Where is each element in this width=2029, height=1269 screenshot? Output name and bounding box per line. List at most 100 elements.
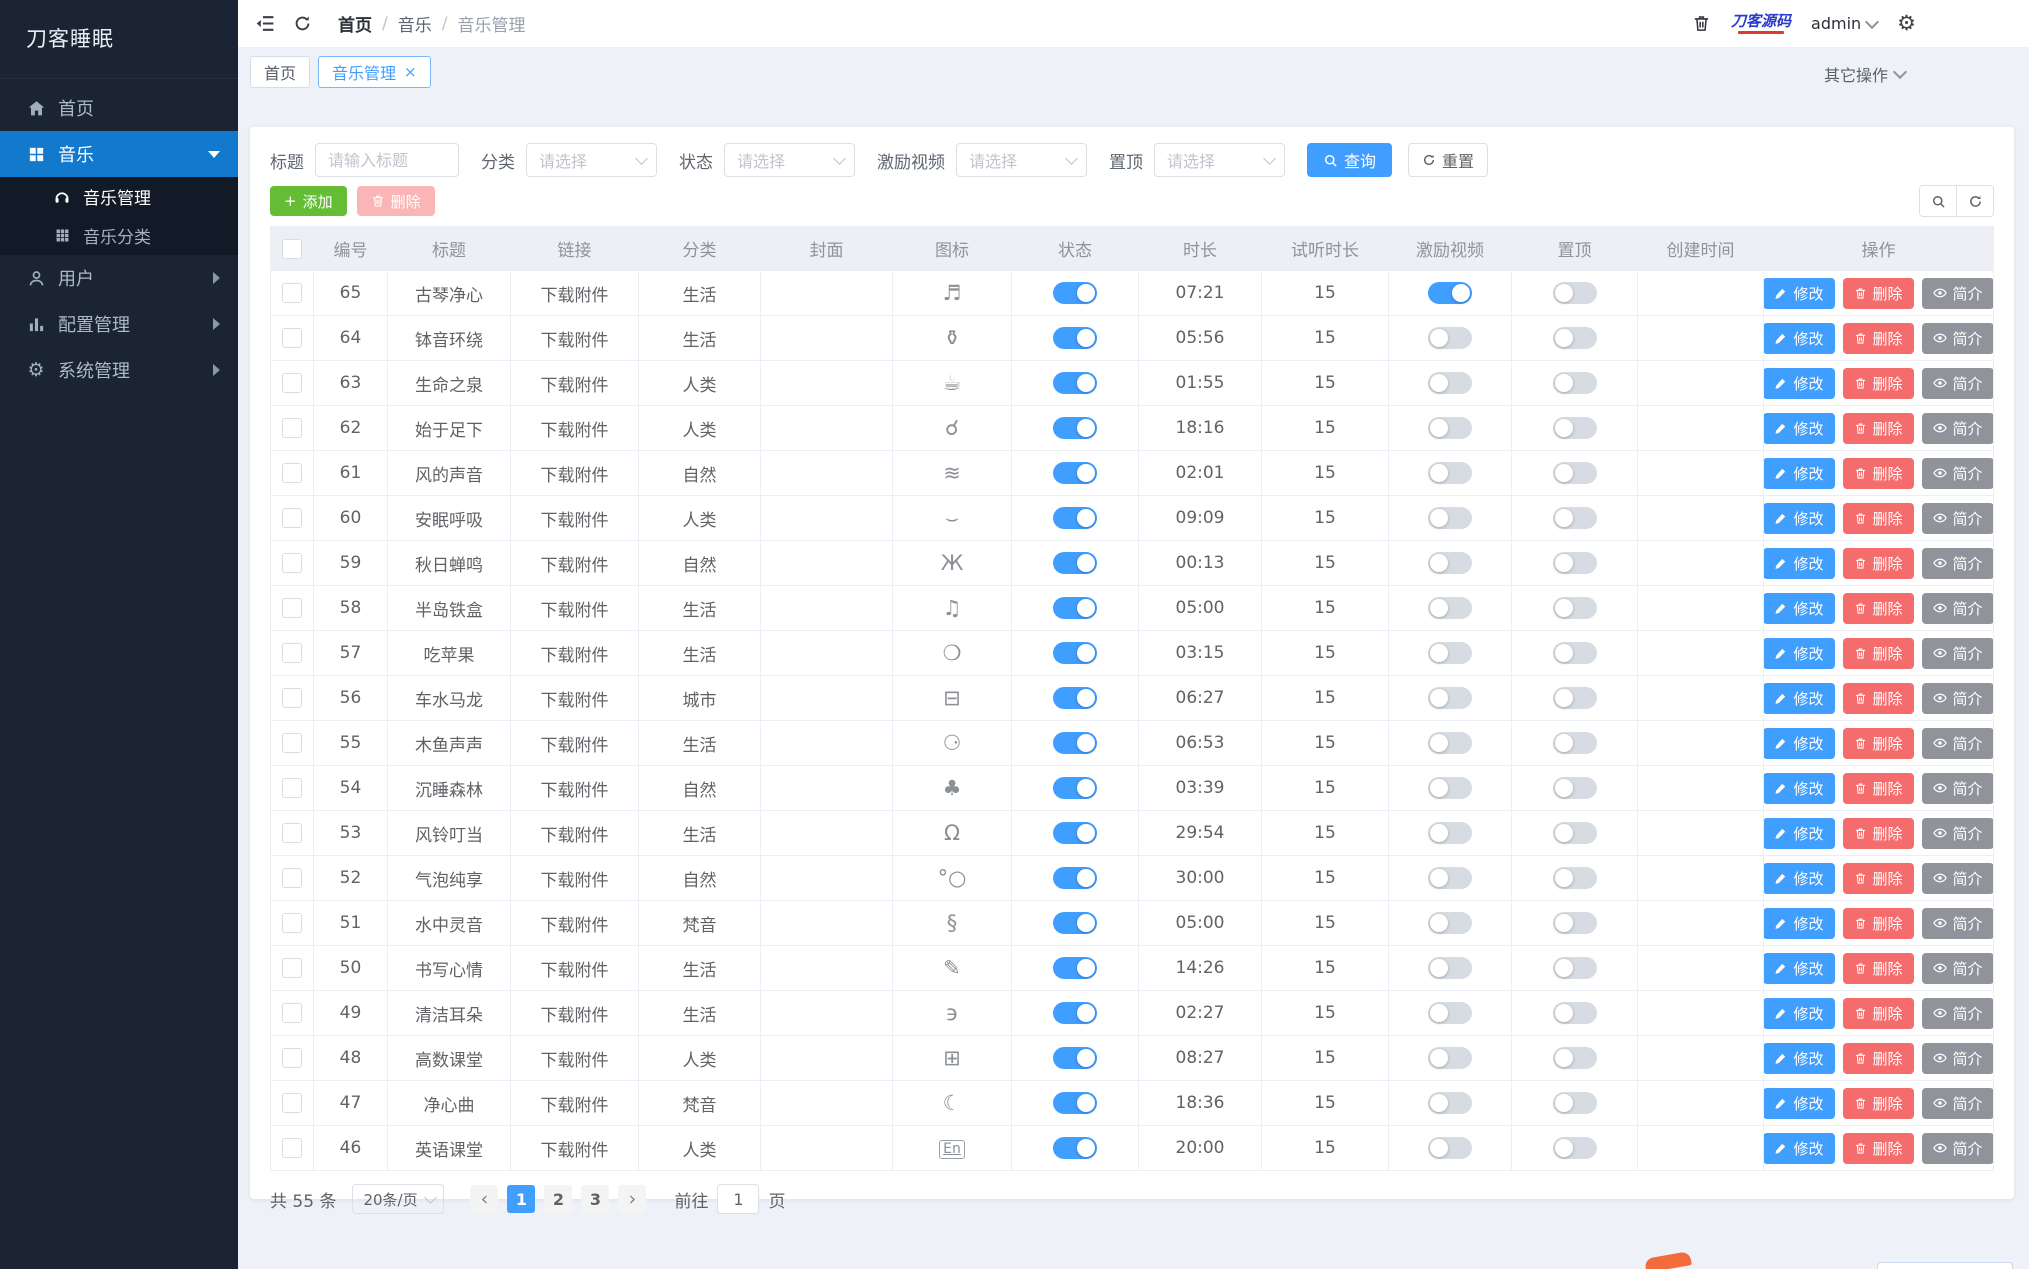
tab-home[interactable]: 首页 — [250, 56, 311, 88]
page-button-2[interactable]: 2 — [544, 1185, 573, 1213]
sidebar-item-music-category[interactable]: 音乐分类 — [0, 216, 238, 255]
incentive-toggle[interactable] — [1428, 372, 1472, 394]
delete-button[interactable]: 删除 — [1842, 367, 1914, 399]
edit-button[interactable]: 修改 — [1764, 457, 1835, 489]
sidebar-item-user[interactable]: 用户 — [0, 255, 238, 301]
info-button[interactable]: 简介 — [1921, 997, 1993, 1029]
delete-button[interactable]: 删除 — [1842, 322, 1914, 354]
sidebar-item-home[interactable]: 首页 — [0, 85, 238, 131]
download-link[interactable]: 下载附件 — [541, 646, 609, 666]
delete-button[interactable]: 删除 — [1842, 997, 1914, 1029]
download-link[interactable]: 下载附件 — [541, 511, 609, 531]
delete-button[interactable]: 删除 — [1842, 682, 1914, 714]
delete-button[interactable]: 删除 — [1842, 412, 1914, 444]
top-toggle[interactable] — [1552, 1002, 1597, 1024]
delete-button[interactable]: 删除 — [1842, 1087, 1914, 1119]
top-toggle[interactable] — [1552, 282, 1597, 304]
top-toggle[interactable] — [1552, 552, 1597, 574]
delete-button[interactable]: 删除 — [1842, 457, 1914, 489]
download-link[interactable]: 下载附件 — [541, 781, 609, 801]
user-dropdown[interactable]: admin — [1811, 14, 1880, 33]
incentive-toggle[interactable] — [1428, 462, 1472, 484]
info-button[interactable]: 简介 — [1921, 277, 1993, 309]
status-toggle[interactable] — [1053, 1047, 1097, 1069]
incentive-toggle[interactable] — [1428, 1047, 1472, 1069]
status-toggle[interactable] — [1053, 597, 1097, 619]
info-button[interactable]: 简介 — [1921, 502, 1993, 534]
edit-button[interactable]: 修改 — [1764, 592, 1835, 624]
download-link[interactable]: 下载附件 — [541, 376, 609, 396]
status-toggle[interactable] — [1053, 777, 1097, 799]
row-checkbox[interactable] — [282, 1048, 302, 1068]
row-checkbox[interactable] — [282, 643, 302, 663]
incentive-toggle[interactable] — [1428, 1137, 1472, 1159]
incentive-toggle[interactable] — [1428, 597, 1472, 619]
row-checkbox[interactable] — [282, 1003, 302, 1023]
download-link[interactable]: 下载附件 — [541, 916, 609, 936]
info-button[interactable]: 简介 — [1921, 1087, 1993, 1119]
delete-button[interactable]: 删除 — [1842, 727, 1914, 759]
incentive-toggle[interactable] — [1428, 687, 1472, 709]
status-toggle[interactable] — [1053, 732, 1097, 754]
download-link[interactable]: 下载附件 — [541, 1051, 609, 1071]
info-button[interactable]: 简介 — [1921, 1042, 1993, 1074]
incentive-toggle[interactable] — [1428, 777, 1472, 799]
collapse-sidebar-icon[interactable] — [254, 13, 275, 34]
delete-button[interactable]: 删除 — [1842, 772, 1914, 804]
row-checkbox[interactable] — [282, 328, 302, 348]
row-checkbox[interactable] — [282, 958, 302, 978]
download-link[interactable]: 下载附件 — [541, 556, 609, 576]
edit-button[interactable]: 修改 — [1764, 907, 1835, 939]
top-toggle[interactable] — [1552, 867, 1597, 889]
edit-button[interactable]: 修改 — [1764, 772, 1835, 804]
incentive-toggle[interactable] — [1428, 822, 1472, 844]
delete-button[interactable]: 删除 — [1842, 547, 1914, 579]
status-toggle[interactable] — [1053, 417, 1097, 439]
incentive-filter-select[interactable]: 请选择 — [956, 143, 1087, 177]
incentive-toggle[interactable] — [1428, 417, 1472, 439]
breadcrumb-home[interactable]: 首页 — [338, 11, 372, 36]
top-toggle[interactable] — [1552, 642, 1597, 664]
delete-button[interactable]: 删除 — [1842, 952, 1914, 984]
status-toggle[interactable] — [1053, 957, 1097, 979]
select-all-checkbox[interactable] — [282, 238, 302, 259]
edit-button[interactable]: 修改 — [1764, 952, 1835, 984]
sidebar-item-music[interactable]: 音乐 — [0, 131, 238, 177]
row-checkbox[interactable] — [282, 688, 302, 708]
top-toggle[interactable] — [1552, 372, 1597, 394]
info-button[interactable]: 简介 — [1921, 727, 1993, 759]
row-checkbox[interactable] — [282, 1138, 302, 1158]
info-button[interactable]: 简介 — [1921, 907, 1993, 939]
status-toggle[interactable] — [1053, 1092, 1097, 1114]
delete-button[interactable]: 删除 — [1842, 592, 1914, 624]
top-toggle[interactable] — [1552, 1092, 1597, 1114]
prev-page-button[interactable]: ‹ — [470, 1185, 499, 1213]
row-checkbox[interactable] — [282, 823, 302, 843]
goto-page-input[interactable] — [717, 1184, 760, 1214]
top-filter-select[interactable]: 请选择 — [1154, 143, 1285, 177]
status-toggle[interactable] — [1053, 912, 1097, 934]
refresh-page-icon[interactable] — [293, 14, 312, 33]
download-link[interactable]: 下载附件 — [541, 286, 609, 306]
download-link[interactable]: 下载附件 — [541, 1141, 609, 1161]
top-toggle[interactable] — [1552, 597, 1597, 619]
page-button-3[interactable]: 3 — [581, 1185, 610, 1213]
status-toggle[interactable] — [1053, 1002, 1097, 1024]
row-checkbox[interactable] — [282, 1093, 302, 1113]
download-link[interactable]: 下载附件 — [541, 466, 609, 486]
delete-button[interactable]: 删除 — [1842, 862, 1914, 894]
incentive-toggle[interactable] — [1428, 732, 1472, 754]
row-checkbox[interactable] — [282, 373, 302, 393]
download-link[interactable]: 下载附件 — [541, 1096, 609, 1116]
row-checkbox[interactable] — [282, 508, 302, 528]
download-link[interactable]: 下载附件 — [541, 961, 609, 981]
download-link[interactable]: 下载附件 — [541, 421, 609, 441]
top-toggle[interactable] — [1552, 822, 1597, 844]
delete-button[interactable]: 删除 — [1842, 817, 1914, 849]
status-toggle[interactable] — [1053, 327, 1097, 349]
delete-button[interactable]: 删除 — [1842, 277, 1914, 309]
top-toggle[interactable] — [1552, 1047, 1597, 1069]
status-toggle[interactable] — [1053, 642, 1097, 664]
edit-button[interactable]: 修改 — [1764, 547, 1835, 579]
row-checkbox[interactable] — [282, 418, 302, 438]
